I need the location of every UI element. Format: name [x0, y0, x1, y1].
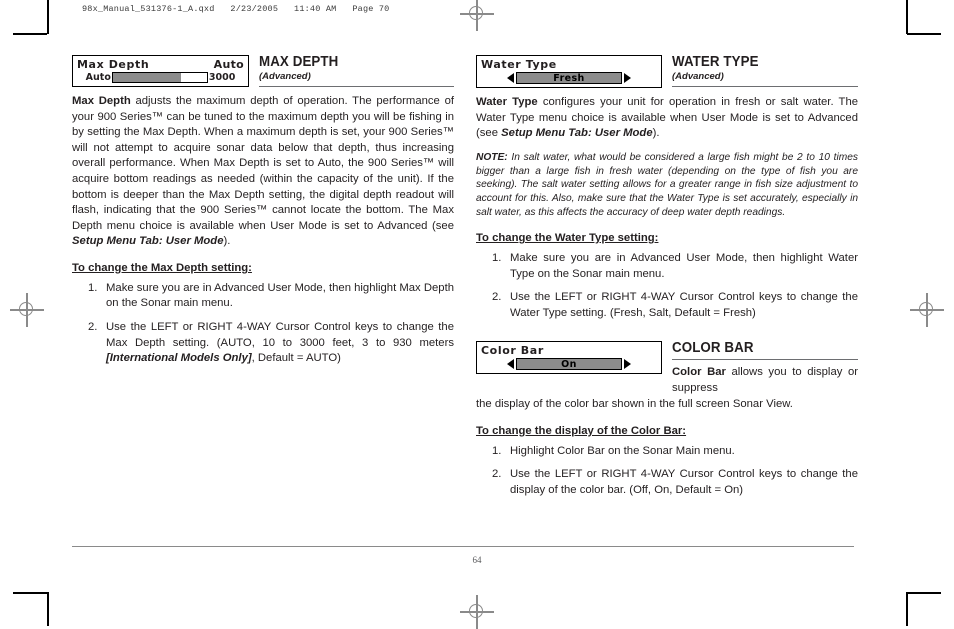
max-depth-slider-fill — [112, 73, 181, 82]
max-depth-slider-track[interactable] — [111, 72, 208, 83]
color-bar-description-lead: Color Bar — [672, 366, 726, 379]
max-depth-advanced-tag: (Advanced) — [259, 71, 311, 83]
max-depth-description-lead: Max Depth — [72, 95, 131, 108]
max-depth-description-tail: ). — [223, 235, 231, 248]
page-title-water-type: WATER TYPE — [672, 54, 759, 70]
water-type-heading-rule — [672, 85, 858, 88]
color-bar-value-bar[interactable]: On — [516, 358, 622, 371]
list-item: Use the LEFT or RIGHT 4-WAY Cursor Contr… — [476, 467, 858, 498]
step-text: Use the LEFT or RIGHT 4-WAY Cursor Contr… — [510, 468, 858, 496]
crop-mark-bottom-right-horizontal — [907, 592, 941, 594]
water-type-description: Water Type configures your unit for oper… — [476, 95, 858, 142]
crop-mark-bottom-left-horizontal — [13, 592, 47, 594]
widget-color-bar[interactable]: Color Bar On — [476, 341, 662, 375]
max-depth-subhead: To change the Max Depth setting: — [72, 261, 252, 274]
widget-max-depth[interactable]: Max Depth Auto Auto 3000 — [72, 55, 249, 87]
registration-mark-left — [10, 293, 44, 327]
registration-mark-top — [460, 0, 494, 31]
page-number: 64 — [472, 555, 482, 565]
section-water-type: Water Type Fresh WATER TYPE (Advanced) W… — [476, 54, 858, 321]
left-arrow-icon[interactable] — [507, 73, 514, 83]
registration-mark-bottom — [460, 595, 494, 629]
color-bar-description-line1: Color Bar allows you to display or suppr… — [672, 365, 858, 396]
list-item: Make sure you are in Advanced User Mode,… — [72, 281, 454, 312]
widget-max-depth-value: Auto — [213, 58, 244, 71]
section-color-bar: Color Bar On COLOR BAR Color Bar allows … — [476, 341, 858, 498]
list-item: Use the LEFT or RIGHT 4-WAY Cursor Contr… — [476, 290, 858, 321]
widget-color-bar-label: Color Bar — [481, 344, 544, 358]
list-item: Highlight Color Bar on the Sonar Main me… — [476, 444, 858, 460]
water-type-note: NOTE: In salt water, what would be consi… — [476, 151, 858, 220]
footer-rule — [72, 546, 854, 547]
page-title-color-bar: COLOR BAR — [672, 340, 754, 357]
step-text-pre: Use the LEFT or RIGHT 4-WAY Cursor Contr… — [106, 320, 454, 349]
color-bar-heading-rule — [672, 358, 858, 361]
widget-water-type-value: Fresh — [553, 72, 585, 84]
widget-max-depth-max-label: 3000 — [208, 72, 236, 83]
step-text: Use the LEFT or RIGHT 4-WAY Cursor Contr… — [510, 291, 858, 319]
widget-max-depth-min-label: Auto — [85, 72, 111, 83]
page-title-max-depth: MAX DEPTH — [259, 54, 339, 70]
max-depth-heading-rule — [259, 85, 454, 88]
step-text-post: , Default = AUTO) — [251, 352, 341, 365]
water-type-description-tail: ). — [652, 127, 660, 140]
note-label: NOTE: — [476, 151, 508, 163]
crop-mark-top-right-vertical — [906, 0, 908, 34]
widget-water-type-label: Water Type — [481, 58, 557, 71]
max-depth-description: Max Depth adjusts the maximum depth of o… — [72, 94, 454, 250]
widget-max-depth-label: Max Depth — [77, 58, 150, 71]
widget-water-type[interactable]: Water Type Fresh — [476, 55, 662, 88]
color-bar-description-continued: the display of the color bar shown in th… — [476, 398, 793, 411]
section-max-depth: Max Depth Auto Auto 3000 MAX DEPTH (Adva… — [72, 54, 454, 367]
prepress-header: 98x_Manual_531376-1_A.qxd 2/23/2005 11:4… — [82, 4, 390, 14]
water-type-advanced-tag: (Advanced) — [672, 71, 724, 83]
max-depth-description-ref: Setup Menu Tab: User Mode — [72, 235, 224, 248]
registration-mark-right — [910, 293, 944, 327]
color-bar-subhead: To change the display of the Color Bar: — [476, 424, 687, 437]
right-column: Water Type Fresh WATER TYPE (Advanced) W… — [476, 54, 858, 499]
right-arrow-icon[interactable] — [624, 73, 631, 83]
list-item: Make sure you are in Advanced User Mode,… — [476, 251, 858, 282]
crop-mark-top-left-horizontal — [13, 33, 47, 35]
manual-page: 98x_Manual_531376-1_A.qxd 2/23/2005 11:4… — [0, 0, 954, 629]
max-depth-steps: Make sure you are in Advanced User Mode,… — [72, 281, 454, 367]
widget-color-bar-value: On — [561, 358, 577, 370]
crop-mark-top-left-vertical — [47, 0, 49, 34]
right-arrow-icon[interactable] — [624, 359, 631, 370]
color-bar-description-line2: the display of the color bar shown in th… — [476, 397, 858, 413]
water-type-value-bar[interactable]: Fresh — [516, 72, 622, 84]
left-column: Max Depth Auto Auto 3000 MAX DEPTH (Adva… — [72, 54, 454, 367]
left-arrow-icon[interactable] — [507, 359, 514, 370]
color-bar-steps: Highlight Color Bar on the Sonar Main me… — [476, 444, 858, 499]
crop-mark-top-right-horizontal — [907, 33, 941, 35]
crop-mark-bottom-left-vertical — [47, 592, 49, 626]
water-type-description-ref: Setup Menu Tab: User Mode — [501, 127, 653, 140]
water-type-subhead: To change the Water Type setting: — [476, 232, 659, 245]
water-type-description-lead: Water Type — [476, 96, 538, 108]
max-depth-description-body: adjusts the maximum depth of operation. … — [72, 95, 454, 232]
step-text: Make sure you are in Advanced User Mode,… — [510, 252, 858, 280]
step-text-emphasis: [International Models Only] — [106, 352, 252, 365]
crop-mark-bottom-right-vertical — [906, 592, 908, 626]
step-text: Highlight Color Bar on the Sonar Main me… — [510, 444, 735, 457]
water-type-steps: Make sure you are in Advanced User Mode,… — [476, 251, 858, 321]
list-item: Use the LEFT or RIGHT 4-WAY Cursor Contr… — [72, 320, 454, 367]
step-text: Make sure you are in Advanced User Mode,… — [106, 281, 454, 310]
note-text: In salt water, what would be considered … — [476, 151, 858, 219]
